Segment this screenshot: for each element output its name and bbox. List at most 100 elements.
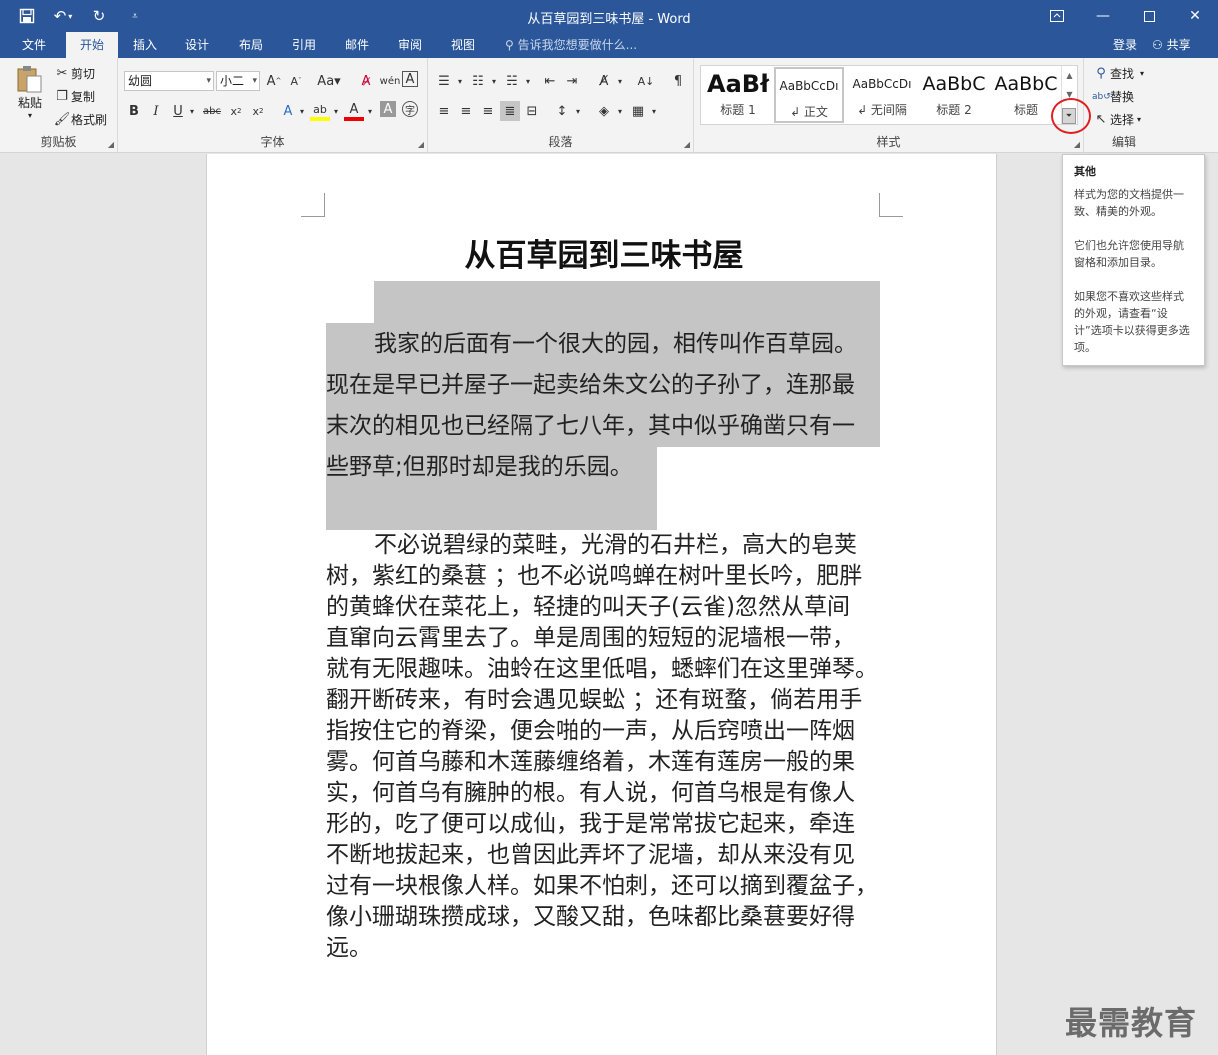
font-size-combo[interactable]: 小二 ▾ [216, 71, 260, 91]
tab-file[interactable]: 文件 [12, 32, 56, 58]
shrink-font-icon[interactable]: Aˇ [286, 71, 306, 91]
text-line: 实，何首乌有臃肿的根。有人说，何首乌根是有像人 [326, 780, 855, 806]
tab-references[interactable]: 引用 [281, 32, 327, 58]
tab-review[interactable]: 审阅 [387, 32, 433, 58]
justify-icon[interactable]: ≣ [500, 101, 520, 121]
change-case-icon[interactable]: Aa▾ [314, 71, 344, 91]
tab-insert[interactable]: 插入 [122, 32, 168, 58]
text-line: 不必说碧绿的菜畦，光滑的石井栏，高大的皂荚 [374, 532, 857, 558]
paste-button[interactable]: 粘贴 ▾ [12, 64, 48, 124]
style-heading-1[interactable]: AaBł 标题 1 [703, 67, 773, 123]
replace-button[interactable]: ab↺ 替换 [1092, 88, 1134, 105]
enclose-characters-icon[interactable]: 字 [402, 101, 418, 117]
styles-group-label: 样式 [876, 135, 901, 149]
find-dropdown-icon: ▾ [1140, 69, 1145, 78]
tab-design[interactable]: 设计 [174, 32, 220, 58]
style-normal[interactable]: AaBbCcDı ↲ 正文 [774, 67, 844, 123]
text-effects-dropdown-icon[interactable]: ▾ [292, 101, 312, 121]
numbering-dropdown-icon[interactable]: ▾ [484, 71, 504, 91]
tell-me-box[interactable]: ⚲ 告诉我您想要做什么... [505, 32, 637, 58]
document-page[interactable]: 从百草园到三味书屋 我家的后面有一个很大的园，相传叫作百草园。 现在是早已并屋子… [206, 154, 997, 1055]
more-styles-tooltip: 其他 样式为您的文档提供一致、精美的外观。 它们也允许您使用导航窗格和添加目录。… [1062, 154, 1205, 366]
document-area: 从百草园到三味书屋 我家的后面有一个很大的园，相传叫作百草园。 现在是早已并屋子… [0, 154, 1218, 1055]
align-center-icon[interactable]: ≡ [456, 101, 476, 121]
text-line: 过有一块根像人样。如果不怕刺，还可以摘到覆盆子， [326, 873, 878, 899]
font-color-dropdown-icon[interactable]: ▾ [360, 101, 380, 121]
ribbon-display-icon[interactable] [1034, 0, 1080, 32]
line-spacing-dropdown-icon[interactable]: ▾ [568, 101, 588, 121]
document-title[interactable]: 从百草园到三味书屋 [327, 230, 881, 275]
copy-button[interactable]: ❐ 复制 [53, 88, 95, 105]
clear-formatting-icon[interactable]: A̷ [356, 71, 376, 91]
find-button[interactable]: ⚲ 查找 ▾ [1092, 65, 1144, 82]
tooltip-text: 它们也允许您使用导航窗格和添加目录。 [1074, 239, 1184, 269]
show-marks-icon[interactable]: ¶ [668, 71, 688, 91]
style-no-spacing[interactable]: AaBbCcDı ↲ 无间隔 [847, 67, 917, 123]
editing-group-label: 编辑 [1111, 135, 1136, 149]
window-controls: — ✕ [1034, 0, 1218, 32]
maximize-icon[interactable] [1126, 0, 1172, 32]
multilevel-dropdown-icon[interactable]: ▾ [518, 71, 538, 91]
text-line: 远。 [326, 935, 372, 961]
editing-group: ⚲ 查找 ▾ ab↺ 替换 ↖ 选择 ▾ 编辑 [1084, 58, 1164, 153]
close-icon[interactable]: ✕ [1172, 0, 1218, 32]
paragraph-launcher-icon[interactable]: ◢ [684, 140, 690, 149]
character-shading-icon[interactable]: A [380, 101, 396, 117]
font-name-combo[interactable]: 幼圆 ▾ [124, 71, 214, 91]
superscript-icon[interactable]: x2 [248, 101, 268, 121]
chevron-down-icon: ▾ [252, 76, 257, 86]
chinese-layout-dropdown-icon[interactable]: ▾ [610, 71, 630, 91]
watermark: 最需教育 [1065, 1004, 1198, 1042]
sort-icon[interactable]: A↓ [636, 71, 656, 91]
font-group-label: 字体 [260, 135, 285, 149]
text-line: 不断地拔起来，也曾因此弄坏了泥墙，却从来没有见 [326, 842, 855, 868]
strikethrough-icon[interactable]: abc [202, 101, 222, 121]
find-icon: ⚲ [1096, 66, 1106, 81]
text-line: 指按住它的脊梁，便会啪的一声，从后窍喷出一阵烟 [326, 718, 855, 744]
paragraph-group-label: 段落 [548, 135, 573, 149]
ribbon-tabs: 文件 开始 插入 设计 布局 引用 邮件 审阅 视图 ⚲ 告诉我您想要做什么..… [0, 32, 1218, 58]
clipboard-icon [17, 66, 42, 93]
gallery-up-icon[interactable]: ▲ [1062, 66, 1077, 85]
text-line: 直窜向云霄里去了。单是周围的短短的泥墙根一带， [326, 625, 855, 651]
font-launcher-icon[interactable]: ◢ [418, 140, 424, 149]
decrease-indent-icon[interactable]: ⇤ [540, 71, 560, 91]
format-painter-button[interactable]: 🖌 格式刷 [53, 111, 107, 128]
align-left-icon[interactable]: ≡ [434, 101, 454, 121]
bold-icon[interactable]: B [124, 101, 144, 121]
subscript-icon[interactable]: x2 [226, 101, 246, 121]
italic-icon[interactable]: I [146, 101, 166, 121]
styles-launcher-icon[interactable]: ◢ [1074, 140, 1080, 149]
cut-button[interactable]: ✂ 剪切 [53, 65, 95, 82]
text-line: 末次的相见也已经隔了七八年，其中似乎确凿只有一 [326, 413, 855, 439]
distributed-icon[interactable]: ⊟ [522, 101, 542, 121]
underline-dropdown-icon[interactable]: ▾ [182, 101, 202, 121]
character-border-icon[interactable]: A [402, 71, 418, 87]
tab-view[interactable]: 视图 [440, 32, 486, 58]
tab-layout[interactable]: 布局 [228, 32, 274, 58]
clipboard-group: 粘贴 ▾ ✂ 剪切 ❐ 复制 🖌 格式刷 剪贴板 ◢ [0, 58, 118, 153]
share-button[interactable]: ⚇ 共享 [1152, 32, 1191, 58]
tab-mailings[interactable]: 邮件 [334, 32, 380, 58]
style-heading-2[interactable]: AaBbC 标题 2 [919, 67, 989, 123]
lightbulb-icon: ⚲ [505, 38, 514, 52]
text-line: 形的，吃了便可以成仙，我于是常常拔它起来，牵连 [326, 811, 855, 837]
share-label: 共享 [1166, 38, 1191, 52]
clipboard-launcher-icon[interactable]: ◢ [108, 140, 114, 149]
minimize-icon[interactable]: — [1080, 0, 1126, 32]
text-line: 的黄蜂伏在菜花上，轻捷的叫天子(云雀)忽然从草间 [326, 594, 850, 620]
styles-gallery: AaBł 标题 1 AaBbCcDı ↲ 正文 AaBbCcDı ↲ 无间隔 A… [700, 65, 1078, 125]
bullets-dropdown-icon[interactable]: ▾ [450, 71, 470, 91]
phonetic-guide-icon[interactable]: wén [380, 71, 401, 91]
select-button[interactable]: ↖ 选择 ▾ [1092, 111, 1141, 128]
highlight-dropdown-icon[interactable]: ▾ [326, 101, 346, 121]
sign-in-link[interactable]: 登录 [1113, 32, 1137, 58]
paragraph-group: ☰ ▾ ☷ ▾ ☵ ▾ ⇤ ⇥ A̸ ▾ A↓ ¶ ≡ ≡ ≡ ≣ ⊟ ↕ ▾ … [428, 58, 694, 153]
shading-dropdown-icon[interactable]: ▾ [610, 101, 630, 121]
tab-home[interactable]: 开始 [66, 32, 118, 58]
grow-font-icon[interactable]: A ^ [264, 71, 284, 91]
align-right-icon[interactable]: ≡ [478, 101, 498, 121]
copy-icon: ❐ [56, 89, 68, 104]
borders-dropdown-icon[interactable]: ▾ [644, 101, 664, 121]
increase-indent-icon[interactable]: ⇥ [562, 71, 582, 91]
